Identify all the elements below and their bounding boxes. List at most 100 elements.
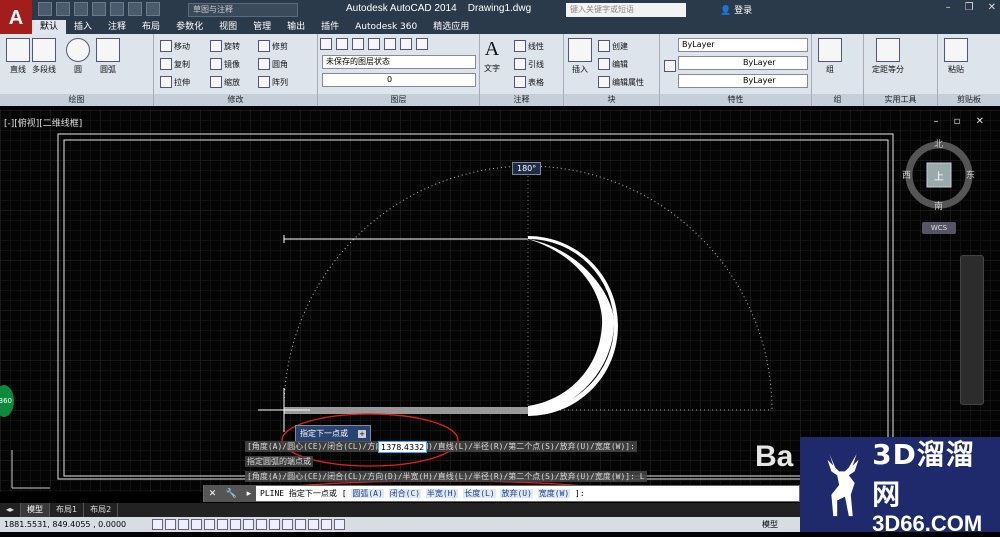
lineweight-icon[interactable] [282, 519, 294, 530]
move-tool[interactable]: 移动 [160, 40, 190, 52]
viewcube-west[interactable]: 西 [902, 168, 911, 181]
text-tool[interactable]: A 文字 [484, 38, 500, 74]
color-dropdown[interactable]: ByLayer [678, 38, 808, 52]
tab-output[interactable]: 输出 [279, 20, 313, 34]
open-icon[interactable] [56, 2, 70, 16]
arc-tool[interactable]: 圆弧 [96, 38, 120, 75]
tab-parametric[interactable]: 参数化 [168, 20, 211, 34]
panel-draw-title[interactable]: 绘图 [0, 94, 153, 106]
tab-plugins[interactable]: 插件 [313, 20, 347, 34]
coordinates-readout[interactable]: 1881.5531, 849.4055 , 0.0000 [4, 520, 126, 529]
panel-groups-title[interactable]: 组 [812, 94, 863, 106]
customize-icon[interactable]: 🔧 [226, 489, 237, 499]
measure-tool[interactable]: 定距等分 [872, 38, 904, 75]
tab-model[interactable]: 模型 [21, 503, 51, 517]
selection-cycling-icon[interactable] [321, 519, 333, 530]
insert-block-tool[interactable]: 插入 [568, 38, 592, 75]
table-tool[interactable]: 表格 [514, 76, 544, 88]
annotation-monitor-icon[interactable] [334, 519, 346, 530]
wcs-dropdown[interactable]: WCS [922, 222, 956, 234]
layer-freeze-icon[interactable] [384, 38, 396, 50]
match-properties-icon[interactable] [664, 60, 676, 72]
option-undo[interactable]: 放弃(U) [500, 489, 533, 498]
snap-icon[interactable] [165, 519, 177, 530]
option-width[interactable]: 宽度(W) [537, 489, 571, 498]
option-arc[interactable]: 圆弧(A) [351, 489, 384, 498]
redo-icon[interactable] [146, 2, 160, 16]
panel-properties-title[interactable]: 特性 [660, 94, 811, 106]
option-length[interactable]: 长度(L) [463, 489, 496, 498]
fillet-tool[interactable]: 圆角 [258, 58, 288, 70]
layer-properties-icon[interactable] [320, 38, 332, 50]
layer-off-icon[interactable] [400, 38, 412, 50]
option-close[interactable]: 闭合(C) [388, 489, 422, 498]
model-space-button[interactable]: 模型 [762, 519, 778, 530]
panel-modify-title[interactable]: 修改 [154, 94, 317, 106]
panel-utilities-title[interactable]: 实用工具 [864, 94, 937, 106]
login-button[interactable]: 👤 登录 [720, 3, 752, 16]
minimize-icon[interactable]: – [946, 2, 951, 13]
dynamic-input-field[interactable]: 1378.4332 [378, 441, 428, 453]
panel-layers-title[interactable]: 图层 [318, 94, 479, 106]
tab-autodesk-360[interactable]: Autodesk 360 [347, 20, 425, 34]
viewcube-south[interactable]: 南 [934, 199, 943, 212]
polyline-tool[interactable]: 多段线 [32, 38, 56, 75]
polar-icon[interactable] [204, 519, 216, 530]
workspace-dropdown[interactable]: 草图与注释 [188, 3, 298, 17]
layer-previous-icon[interactable] [352, 38, 364, 50]
array-tool[interactable]: 阵列 [258, 76, 288, 88]
mirror-tool[interactable]: 镜像 [210, 58, 240, 70]
search-input[interactable]: 键入关键字或短语 [566, 3, 686, 17]
ortho-icon[interactable] [191, 519, 203, 530]
infer-constraints-icon[interactable] [152, 519, 164, 530]
panel-clipboard-title[interactable]: 剪贴板 [938, 94, 1000, 106]
osnap-icon[interactable] [217, 519, 229, 530]
viewport-controls-label[interactable]: [-][俯视][二维线框] [4, 116, 82, 129]
tab-layout2[interactable]: 布局2 [84, 503, 119, 517]
application-menu-button[interactable]: A [0, 0, 32, 36]
layer-isolate-icon[interactable] [368, 38, 380, 50]
lineweight-dropdown[interactable]: ByLayer [678, 74, 808, 88]
viewcube-top-label[interactable]: 上 [934, 168, 944, 183]
option-halfwidth[interactable]: 半宽(H) [425, 489, 459, 498]
transparency-icon[interactable] [295, 519, 307, 530]
layer-state-dropdown[interactable]: 未保存的图层状态 [322, 55, 476, 69]
viewcube-east[interactable]: 东 [966, 168, 975, 181]
save-icon[interactable] [74, 2, 88, 16]
tab-layout[interactable]: 布局 [134, 20, 168, 34]
plot-icon[interactable] [110, 2, 124, 16]
tab-view[interactable]: 视图 [211, 20, 245, 34]
edit-block-tool[interactable]: 编辑 [598, 58, 628, 70]
recent-commands-icon[interactable]: ▸ [247, 489, 252, 499]
linear-dim-tool[interactable]: 线性 [514, 40, 544, 52]
layer-lock-icon[interactable] [416, 38, 428, 50]
panel-annotation-title[interactable]: 注释 [480, 94, 563, 106]
restore-icon[interactable]: ❐ [965, 2, 974, 13]
layer-match-icon[interactable] [336, 38, 348, 50]
tab-layout1[interactable]: 布局1 [50, 503, 85, 517]
close-icon[interactable]: ✕ [988, 2, 996, 13]
layout-nav-icon[interactable]: ◂▸ [0, 503, 22, 517]
undo-icon[interactable] [128, 2, 142, 16]
group-tool[interactable]: 组 [818, 38, 842, 75]
3d-osnap-icon[interactable] [230, 519, 242, 530]
edit-attribute-tool[interactable]: 编辑属性 [598, 76, 644, 88]
tab-featured-apps[interactable]: 精选应用 [425, 20, 477, 34]
dyn-icon[interactable] [269, 519, 281, 530]
copy-tool[interactable]: 复制 [160, 58, 190, 70]
ducs-icon[interactable] [256, 519, 268, 530]
command-line[interactable]: ✕ 🔧 ▸ PLINE 指定下一点或 [ 圆弧(A) 闭合(C) 半宽(H) 长… [203, 485, 800, 502]
close-command-icon[interactable]: ✕ [209, 489, 217, 499]
quick-properties-icon[interactable] [308, 519, 320, 530]
circle-tool[interactable]: 圆 [66, 38, 90, 75]
otrack-icon[interactable] [243, 519, 255, 530]
drawing-canvas[interactable] [0, 110, 1000, 492]
save-as-icon[interactable] [92, 2, 106, 16]
tab-insert[interactable]: 插入 [66, 20, 100, 34]
tab-default[interactable]: 默认 [32, 20, 67, 34]
tab-annotate[interactable]: 注释 [100, 20, 134, 34]
trim-tool[interactable]: 修剪 [258, 40, 288, 52]
current-layer-dropdown[interactable]: 0 [322, 73, 476, 87]
scale-tool[interactable]: 缩放 [210, 76, 240, 88]
viewport-window-controls[interactable]: – ▫ ✕ [933, 116, 990, 127]
